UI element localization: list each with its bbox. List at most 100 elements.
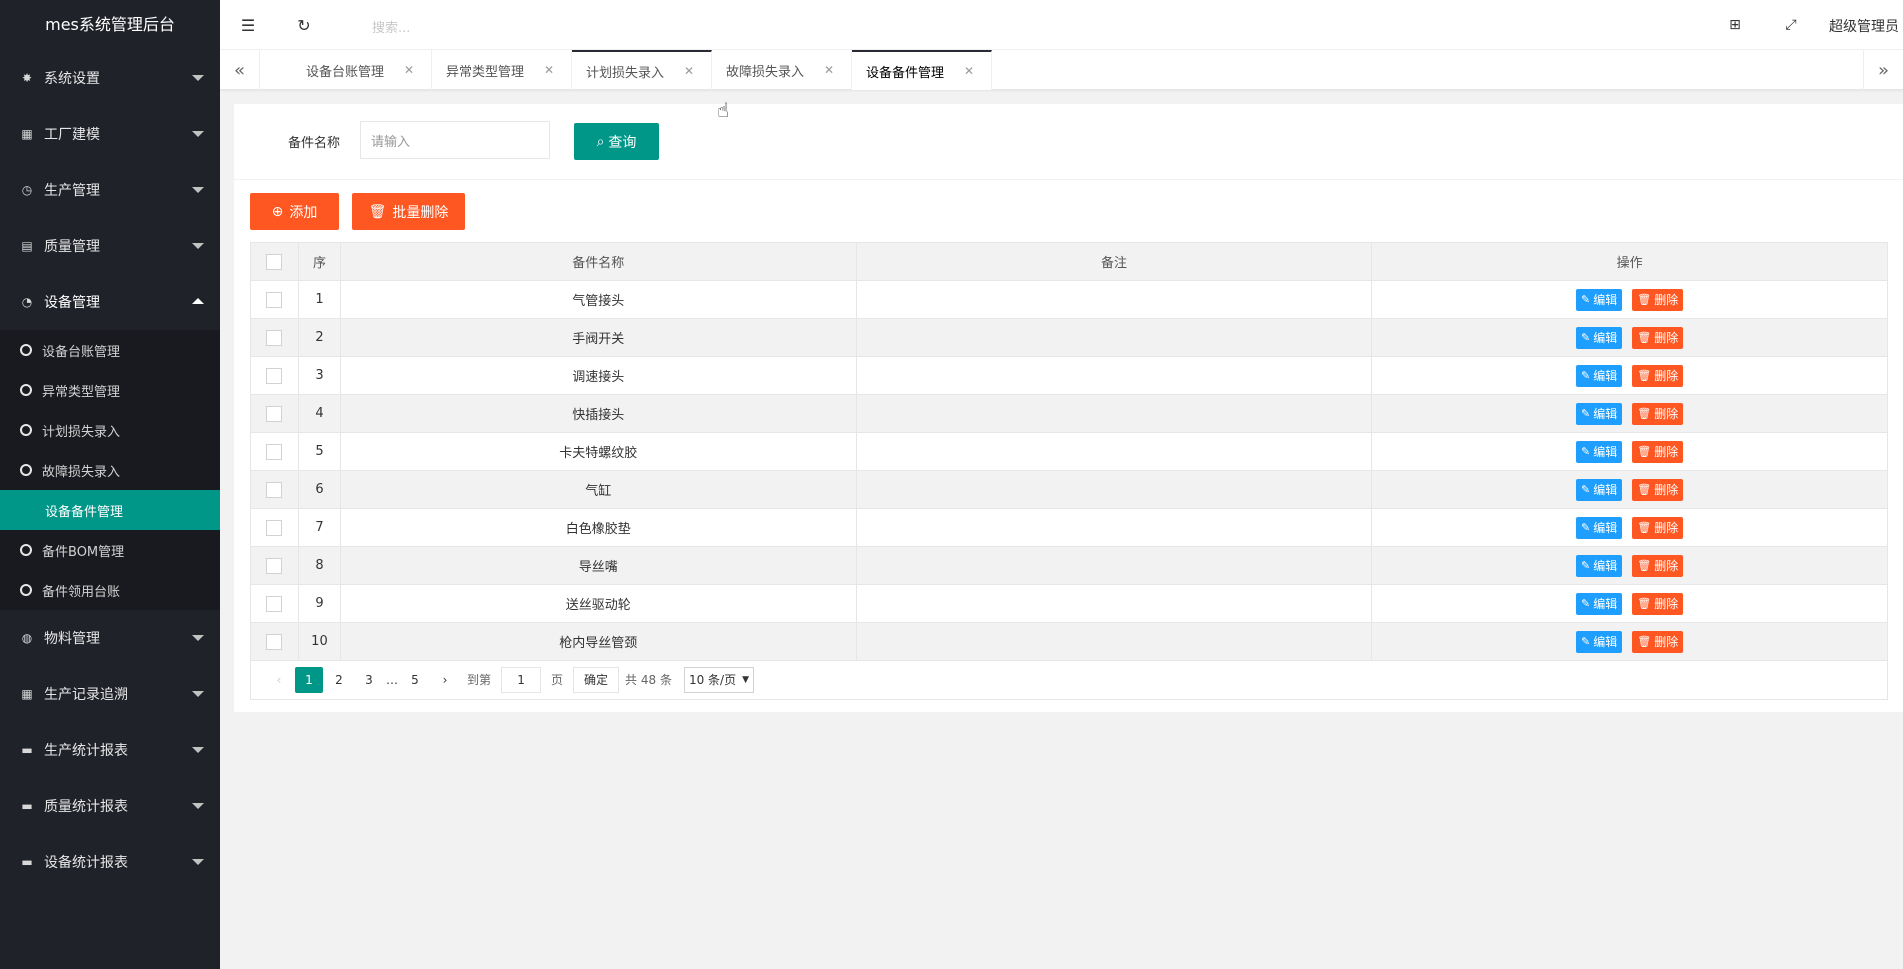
row-checkbox[interactable] — [266, 443, 283, 460]
sidebar-item-fault-loss[interactable]: 故障损失录入 — [0, 450, 220, 490]
row-select-cell[interactable] — [250, 470, 299, 509]
row-no: 3 — [297, 356, 341, 395]
close-icon[interactable]: ✕ — [964, 64, 974, 78]
theme-button[interactable]: ⊞ — [1707, 0, 1763, 50]
nav-group-traceability[interactable]: ▦ 生产记录追溯 — [0, 666, 220, 722]
delete-button[interactable]: 🗑 删除 — [1632, 478, 1684, 501]
menu-toggle-button[interactable]: ☰ — [220, 0, 276, 50]
delete-button[interactable]: 🗑 删除 — [1632, 326, 1684, 349]
row-select-cell[interactable] — [250, 394, 299, 433]
row-select-cell[interactable] — [250, 508, 299, 547]
tab-equipment-ledger[interactable]: 设备台账管理 ✕ — [292, 50, 432, 90]
sidebar-item-spare-bom[interactable]: 备件BOM管理 — [0, 530, 220, 570]
caret-down-icon — [192, 75, 204, 81]
edit-button[interactable]: ✎ 编辑 — [1576, 326, 1623, 349]
batch-delete-button[interactable]: 🗑 批量删除 — [352, 193, 465, 230]
header-search-input[interactable]: 搜索... — [372, 17, 410, 36]
add-button[interactable]: ⊕ 添加 — [250, 193, 339, 230]
sidebar-item-equipment-ledger[interactable]: 设备台账管理 — [0, 330, 220, 370]
fullscreen-button[interactable]: ⤢ — [1763, 0, 1819, 50]
edit-button[interactable]: ✎ 编辑 — [1576, 364, 1623, 387]
query-button[interactable]: ⌕ 查询 — [574, 123, 659, 160]
edit-button[interactable]: ✎ 编辑 — [1576, 288, 1623, 311]
goto-confirm-button[interactable]: 确定 — [573, 666, 620, 693]
user-menu[interactable]: 超级管理员 — [1829, 16, 1899, 36]
nav-group-factory-modeling[interactable]: ▦ 工厂建模 — [0, 106, 220, 162]
row-checkbox[interactable] — [266, 481, 283, 498]
page-1-button[interactable]: 1 — [295, 666, 323, 693]
sidebar-item-spare-parts[interactable]: 设备备件管理 — [0, 490, 220, 530]
tab-planned-loss[interactable]: 计划损失录入 ✕ — [572, 50, 712, 90]
nav-group-quality[interactable]: ▤ 质量管理 — [0, 218, 220, 274]
spare-name-input[interactable]: 请输入 — [360, 121, 550, 159]
goto-page-input[interactable]: 1 — [501, 666, 542, 693]
close-icon[interactable]: ✕ — [404, 63, 414, 77]
delete-button[interactable]: 🗑 删除 — [1632, 288, 1684, 311]
delete-button[interactable]: 🗑 删除 — [1632, 630, 1684, 653]
row-checkbox[interactable] — [266, 291, 283, 308]
nav-group-production-reports[interactable]: ▬ 生产统计报表 — [0, 722, 220, 778]
top-header: ☰ ↻ 搜索... ⊞ ⤢ 超级管理员 — [220, 0, 1903, 50]
close-icon[interactable]: ✕ — [824, 63, 834, 77]
tab-exception-types[interactable]: 异常类型管理 ✕ — [432, 50, 572, 90]
monitor-icon: ▬ — [21, 799, 33, 813]
edit-button[interactable]: ✎ 编辑 — [1576, 554, 1623, 577]
row-select-cell[interactable] — [250, 622, 299, 661]
select-all-checkbox[interactable] — [266, 253, 283, 270]
close-icon[interactable]: ✕ — [684, 64, 694, 78]
pencil-icon: ✎ — [1581, 597, 1591, 610]
delete-button[interactable]: 🗑 删除 — [1632, 592, 1684, 615]
delete-button[interactable]: 🗑 删除 — [1632, 516, 1684, 539]
sidebar-item-planned-loss[interactable]: 计划损失录入 — [0, 410, 220, 450]
sidebar-item-label: 设备台账管理 — [42, 344, 121, 360]
sidebar-item-spare-usage[interactable]: 备件领用台账 — [0, 570, 220, 610]
nav-group-label: 生产统计报表 — [44, 743, 128, 759]
row-checkbox[interactable] — [266, 367, 283, 384]
row-select-cell[interactable] — [250, 356, 299, 395]
tabs-scroll-right-button[interactable]: » — [1863, 50, 1903, 90]
tab-spare-parts[interactable]: 设备备件管理 ✕ — [852, 50, 992, 90]
nav-group-equipment-reports[interactable]: ▬ 设备统计报表 — [0, 834, 220, 890]
delete-button[interactable]: 🗑 删除 — [1632, 440, 1684, 463]
row-select-cell[interactable] — [250, 318, 299, 357]
nav-group-system-settings[interactable]: ✸ 系统设置 — [0, 50, 220, 106]
edit-button[interactable]: ✎ 编辑 — [1576, 440, 1623, 463]
row-checkbox[interactable] — [266, 519, 283, 536]
delete-button[interactable]: 🗑 删除 — [1632, 402, 1684, 425]
nav-group-equipment[interactable]: ◔ 设备管理 — [0, 274, 220, 330]
app-logo-title: mes系统管理后台 — [0, 0, 220, 50]
caret-up-icon — [192, 298, 204, 304]
edit-button[interactable]: ✎ 编辑 — [1576, 478, 1623, 501]
row-checkbox[interactable] — [266, 633, 283, 650]
tab-fault-loss[interactable]: 故障损失录入 ✕ — [712, 50, 852, 90]
edit-button[interactable]: ✎ 编辑 — [1576, 516, 1623, 539]
nav-group-quality-reports[interactable]: ▬ 质量统计报表 — [0, 778, 220, 834]
edit-button[interactable]: ✎ 编辑 — [1576, 592, 1623, 615]
row-checkbox[interactable] — [266, 595, 283, 612]
page-2-button[interactable]: 2 — [325, 667, 353, 693]
row-select-cell[interactable] — [250, 546, 299, 585]
row-select-cell[interactable] — [250, 280, 299, 319]
nav-group-production[interactable]: ◷ 生产管理 — [0, 162, 220, 218]
refresh-button[interactable]: ↻ — [276, 0, 332, 50]
row-checkbox[interactable] — [266, 405, 283, 422]
close-icon[interactable]: ✕ — [544, 63, 554, 77]
tabs-scroll-left-button[interactable]: « — [220, 50, 260, 90]
next-page-button[interactable]: › — [431, 667, 459, 693]
page-5-button[interactable]: 5 — [401, 667, 429, 693]
page-size-select[interactable]: 10 条/页 ▼ — [683, 666, 755, 693]
edit-button[interactable]: ✎ 编辑 — [1576, 402, 1623, 425]
row-select-cell[interactable] — [250, 584, 299, 623]
sidebar-item-label: 设备备件管理 — [45, 504, 124, 520]
row-checkbox[interactable] — [266, 557, 283, 574]
prev-page-button[interactable]: ‹ — [265, 667, 293, 693]
nav-group-materials[interactable]: ◍ 物料管理 — [0, 610, 220, 666]
delete-button[interactable]: 🗑 删除 — [1632, 364, 1684, 387]
sidebar-item-exception-types[interactable]: 异常类型管理 — [0, 370, 220, 410]
delete-button[interactable]: 🗑 删除 — [1632, 554, 1684, 577]
page-3-button[interactable]: 3 — [355, 667, 383, 693]
edit-button[interactable]: ✎ 编辑 — [1576, 630, 1623, 653]
select-all-cell[interactable] — [250, 242, 299, 281]
row-select-cell[interactable] — [250, 432, 299, 471]
row-checkbox[interactable] — [266, 329, 283, 346]
